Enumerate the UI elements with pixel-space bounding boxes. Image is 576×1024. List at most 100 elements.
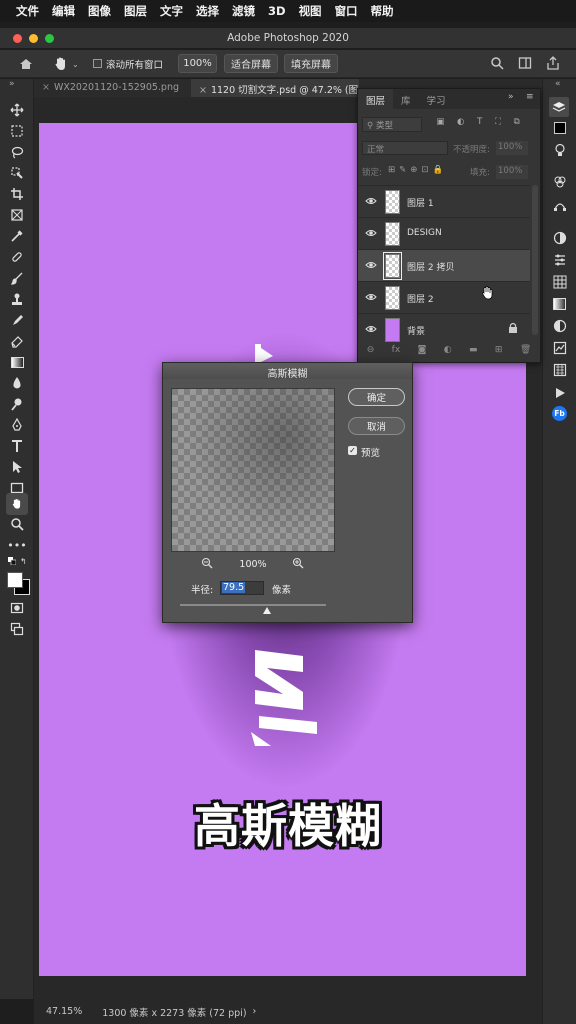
eraser-tool-icon[interactable] <box>8 332 26 350</box>
behance-icon[interactable]: Fb <box>551 405 568 422</box>
scroll-all-windows-checkbox[interactable] <box>93 59 102 68</box>
color-panel-icon[interactable] <box>551 119 568 136</box>
gradient-tool-icon[interactable] <box>8 353 26 371</box>
history-brush-tool-icon[interactable] <box>8 311 26 329</box>
visibility-eye-icon[interactable] <box>365 323 377 335</box>
quick-selection-tool-icon[interactable] <box>8 164 26 182</box>
layer-row-background[interactable]: 背景 <box>358 313 530 345</box>
smart-object-filter-icon[interactable]: ⧉ <box>514 117 520 131</box>
more-tools-icon[interactable]: ••• <box>7 536 26 554</box>
menu-file[interactable]: 文件 <box>16 3 39 19</box>
blend-mode-select[interactable]: 正常 <box>362 141 448 155</box>
fit-screen-button[interactable]: 适合屏幕 <box>224 54 278 73</box>
tab-layers[interactable]: 图层 <box>358 89 394 109</box>
default-colors-icon[interactable] <box>8 557 17 566</box>
zoom-tool-icon[interactable] <box>8 515 26 533</box>
layer-row-2[interactable]: 图层 2 <box>358 281 530 313</box>
tab-wx-png[interactable]: × WX20201120-152905.png <box>34 79 189 97</box>
fill-screen-button[interactable]: 填充屏幕 <box>284 54 338 73</box>
type-tool-icon[interactable] <box>8 437 26 455</box>
path-selection-tool-icon[interactable] <box>8 458 26 476</box>
shape-filter-icon[interactable]: ⛶ <box>495 117 501 131</box>
tab-learn[interactable]: 学习 <box>419 89 454 109</box>
pen-tool-icon[interactable] <box>8 416 26 434</box>
radius-slider-thumb[interactable] <box>263 607 271 614</box>
adjustment-filter-icon[interactable]: ◐ <box>457 117 464 131</box>
fill-input[interactable]: 100% <box>496 165 528 179</box>
marquee-tool-icon[interactable] <box>8 122 26 140</box>
chevron-right-icon[interactable]: › <box>253 1006 257 1017</box>
lock-icon[interactable] <box>508 322 518 337</box>
blur-tool-icon[interactable] <box>8 374 26 392</box>
preview-checkbox[interactable]: ✓ <box>348 446 357 455</box>
menu-help[interactable]: 帮助 <box>371 3 394 19</box>
lasso-tool-icon[interactable] <box>8 143 26 161</box>
collapse-dock-icon[interactable]: « <box>555 79 561 89</box>
healing-brush-tool-icon[interactable] <box>8 248 26 266</box>
share-icon[interactable] <box>546 56 560 70</box>
swap-colors-icon[interactable]: ↰ <box>20 557 27 566</box>
add-mask-icon[interactable]: ◙ <box>418 345 427 361</box>
foreground-color-swatch[interactable] <box>7 572 23 588</box>
type-filter-icon[interactable]: T <box>477 117 482 131</box>
properties-panel-icon[interactable] <box>551 251 568 268</box>
visibility-eye-icon[interactable] <box>365 259 377 271</box>
menu-type[interactable]: 文字 <box>160 3 183 19</box>
filter-kind-select[interactable]: ⚲ 类型 <box>362 117 422 132</box>
quick-mask-icon[interactable] <box>8 599 26 617</box>
eyedropper-tool-icon[interactable] <box>8 227 26 245</box>
paths-panel-icon[interactable] <box>551 196 568 213</box>
new-layer-icon[interactable]: ⊞ <box>495 345 503 361</box>
link-layers-icon[interactable]: ⊖ <box>367 345 375 361</box>
menu-select[interactable]: 选择 <box>196 3 219 19</box>
menu-filter[interactable]: 滤镜 <box>232 3 255 19</box>
patterns-panel-icon[interactable] <box>551 317 568 334</box>
zoom-level[interactable]: 47.15% <box>46 1006 82 1017</box>
learn-panel-icon[interactable] <box>551 141 568 158</box>
gradients-panel-icon[interactable] <box>551 295 568 312</box>
adjustments-panel-icon[interactable] <box>551 229 568 246</box>
new-group-icon[interactable]: ▬ <box>469 345 478 361</box>
zoom-out-icon[interactable] <box>201 557 213 569</box>
home-icon[interactable] <box>18 56 34 72</box>
styles-panel-icon[interactable] <box>551 339 568 356</box>
layers-panel-icon[interactable] <box>549 97 569 117</box>
brush-tool-icon[interactable] <box>8 269 26 287</box>
menu-layer[interactable]: 图层 <box>124 3 147 19</box>
pixel-filter-icon[interactable]: ▣ <box>436 117 444 131</box>
menu-3d[interactable]: 3D <box>268 4 286 18</box>
delete-layer-icon[interactable]: 🗑 <box>520 345 531 361</box>
layer-row-2-copy[interactable]: 图层 2 拷贝 <box>358 249 530 281</box>
dodge-tool-icon[interactable] <box>8 395 26 413</box>
radius-input[interactable]: 79.5 <box>220 581 264 595</box>
layer-style-icon[interactable]: fx <box>392 345 401 361</box>
close-icon[interactable]: × <box>199 85 207 96</box>
cancel-button[interactable]: 取消 <box>348 417 405 435</box>
search-icon[interactable] <box>490 56 504 70</box>
swatches-panel-icon[interactable] <box>551 273 568 290</box>
layers-scrollbar[interactable] <box>532 185 538 335</box>
ok-button[interactable]: 确定 <box>348 388 405 406</box>
close-icon[interactable]: × <box>42 82 50 93</box>
histogram-panel-icon[interactable] <box>551 361 568 378</box>
screen-mode-icon[interactable] <box>8 620 26 638</box>
clone-stamp-tool-icon[interactable] <box>8 290 26 308</box>
layer-row-1[interactable]: 图层 1 <box>358 185 530 217</box>
tab-active-psd[interactable]: ×1120 切割文字.psd @ 47.2% (图层 2 拷贝, RGB/8) <box>191 79 359 97</box>
radius-slider-track[interactable] <box>180 604 326 606</box>
zoom-100-button[interactable]: 100% <box>178 54 217 73</box>
crop-tool-icon[interactable] <box>8 185 26 203</box>
menu-window[interactable]: 窗口 <box>335 3 358 19</box>
panel-menu-icon[interactable]: ≡ <box>526 92 534 102</box>
blur-preview[interactable] <box>171 388 335 552</box>
menu-view[interactable]: 视图 <box>299 3 322 19</box>
adjustment-layer-icon[interactable]: ◐ <box>444 345 452 361</box>
move-tool-icon[interactable] <box>8 101 26 119</box>
play-action-icon[interactable] <box>551 384 568 401</box>
layer-row-design[interactable]: DESIGN <box>358 217 530 249</box>
visibility-eye-icon[interactable] <box>365 291 377 303</box>
zoom-in-icon[interactable] <box>292 557 304 569</box>
menu-edit[interactable]: 编辑 <box>52 3 75 19</box>
chevron-down-icon[interactable]: ⌄ <box>72 60 79 69</box>
channels-panel-icon[interactable] <box>551 173 568 190</box>
